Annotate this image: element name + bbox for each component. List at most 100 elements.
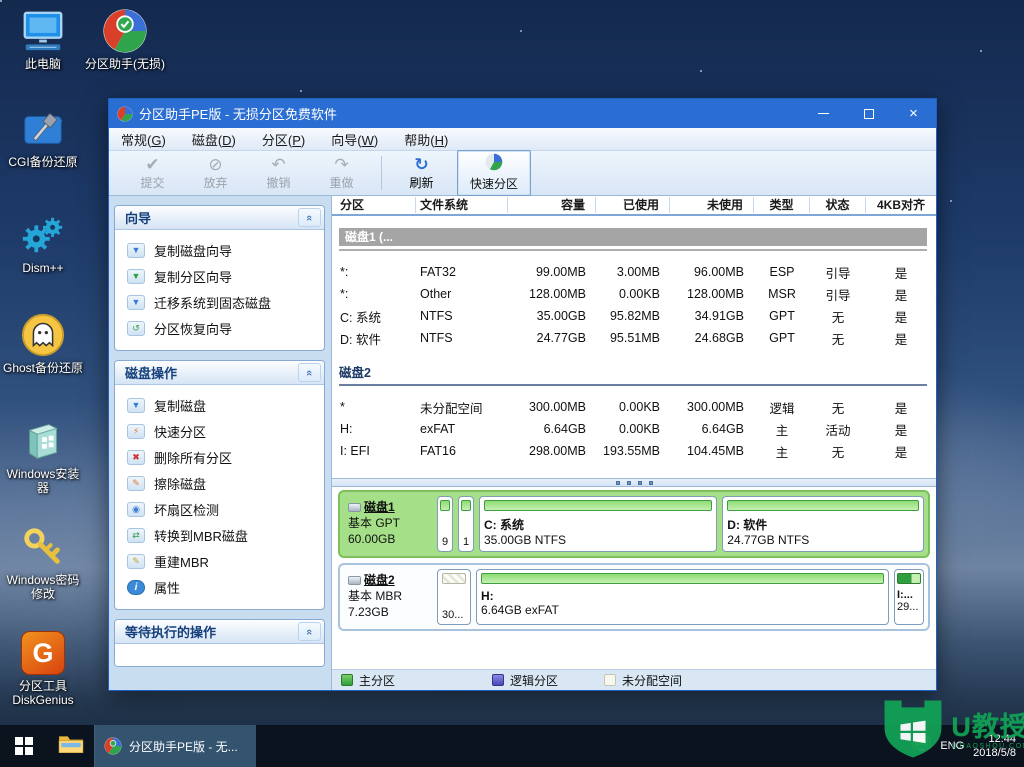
table-row[interactable]: H:exFAT6.64GB0.00KB6.64GB主活动是 xyxy=(332,418,936,440)
table-header: 分区 文件系统 容量 已使用 未使用 类型 状态 4KB对齐 xyxy=(332,196,936,216)
partition-assistant-window: 分区助手PE版 - 无损分区免费软件 × 常规(G) 磁盘(D) 分区(P) 向… xyxy=(108,98,937,691)
refresh-button[interactable]: ↻ 刷新 xyxy=(390,155,453,191)
menu-help[interactable]: 帮助(H) xyxy=(404,130,462,149)
table-row[interactable]: D: 软件NTFS24.77GB95.51MB24.68GBGPT无是 xyxy=(332,327,936,349)
start-button[interactable] xyxy=(0,725,47,767)
sidebar-item-wipe-disk[interactable]: ✎ 擦除磁盘 xyxy=(115,470,324,496)
sidebar-item-partition-recovery-wizard[interactable]: ↺ 分区恢复向导 xyxy=(115,315,324,341)
partition-block-h[interactable]: H: 6.64GB exFAT xyxy=(476,569,889,625)
partition-block-esp[interactable]: 9 xyxy=(437,496,453,552)
partition-block-msr[interactable]: 1 xyxy=(458,496,474,552)
eraser-icon: ✎ xyxy=(127,476,145,491)
pencil-icon: ✎ xyxy=(127,554,145,569)
collapse-chevron-icon[interactable]: « xyxy=(298,363,321,382)
menu-general[interactable]: 常规(G) xyxy=(121,130,180,149)
desktop-icon-ghost-backup[interactable]: Ghost备份还原 xyxy=(2,310,84,376)
menu-wizard[interactable]: 向导(W) xyxy=(331,130,392,149)
close-button[interactable]: × xyxy=(891,99,936,128)
recycle-icon: ↺ xyxy=(127,321,145,336)
info-icon: i xyxy=(127,580,145,595)
sidebar-item-copy-partition-wizard[interactable]: ▼ 复制分区向导 xyxy=(115,263,324,289)
sidebar-item-copy-disk-wizard[interactable]: ▼ 复制磁盘向导 xyxy=(115,237,324,263)
desktop-icon-cgi-backup[interactable]: CGI备份还原 xyxy=(2,104,84,170)
partition-block-i[interactable]: I:... 29... xyxy=(894,569,924,625)
splitter-handle[interactable] xyxy=(332,478,936,487)
disk1-card[interactable]: 磁盘1 基本 GPT 60.00GB 9 1 C: 系统 xyxy=(338,490,930,558)
minimize-button[interactable] xyxy=(801,99,846,128)
panel-title: 等待执行的操作 xyxy=(125,622,216,641)
convert-arrows-icon: ⇄ xyxy=(127,528,145,543)
window-title: 分区助手PE版 - 无损分区免费软件 xyxy=(139,104,801,123)
clock[interactable]: 12:44 2018/5/8 xyxy=(973,732,1016,761)
table-row[interactable]: *:FAT3299.00MB3.00MB96.00MBESP引导是 xyxy=(332,261,936,283)
sidebar-item-properties[interactable]: i 属性 xyxy=(115,574,324,600)
legend-logical: 逻辑分区 xyxy=(492,672,558,689)
arrow-down-icon: ▼ xyxy=(127,398,145,413)
disk1-group-header[interactable]: 磁盘1 (... xyxy=(339,228,927,246)
arrow-down-icon: ▼ xyxy=(127,295,145,310)
main-content: 分区 文件系统 容量 已使用 未使用 类型 状态 4KB对齐 磁盘1 (... … xyxy=(332,196,936,690)
disk-icon xyxy=(348,503,361,512)
lightning-icon: ⚡ xyxy=(127,424,145,439)
language-indicator[interactable]: ENG xyxy=(940,740,964,752)
menu-disk[interactable]: 磁盘(D) xyxy=(192,130,250,149)
maximize-button[interactable] xyxy=(846,99,891,128)
pending-operations-panel: 等待执行的操作 « xyxy=(114,619,325,667)
sidebar-item-convert-to-mbr[interactable]: ⇄ 转换到MBR磁盘 xyxy=(115,522,324,548)
sidebar-item-migrate-os-ssd[interactable]: ▼ 迁移系统到固态磁盘 xyxy=(115,289,324,315)
partition-block-unallocated[interactable]: 30... xyxy=(437,569,471,625)
disk2-group-header[interactable]: 磁盘2 xyxy=(339,362,927,386)
desktop-icon-windows-installer[interactable]: Windows安装器 xyxy=(2,416,84,496)
desktop-icon-dism[interactable]: Dism++ xyxy=(2,210,84,276)
undo-button[interactable]: ↶ 撤销 xyxy=(247,155,310,191)
cgi-backup-icon xyxy=(2,104,84,154)
table-row[interactable]: C: 系统NTFS35.00GB95.82MB34.91GBGPT无是 xyxy=(332,305,936,327)
sidebar-item-bad-sector-test[interactable]: ◉ 坏扇区检测 xyxy=(115,496,324,522)
redo-button[interactable]: ↷ 重做 xyxy=(310,155,373,191)
primary-strip xyxy=(727,500,919,511)
disk2-card[interactable]: 磁盘2 基本 MBR 7.23GB 30... H: 6.64GB exFAT xyxy=(338,563,930,631)
magnifier-icon: ◉ xyxy=(127,502,145,517)
collapse-chevron-icon[interactable]: « xyxy=(298,622,321,641)
discard-button[interactable]: ⊘ 放弃 xyxy=(184,155,247,191)
sidebar-item-rebuild-mbr[interactable]: ✎ 重建MBR xyxy=(115,548,324,574)
dism-gears-icon xyxy=(2,210,84,260)
sidebar-item-copy-disk[interactable]: ▼ 复制磁盘 xyxy=(115,392,324,418)
app-pie-icon xyxy=(117,106,133,122)
collapse-chevron-icon[interactable]: « xyxy=(298,208,321,227)
disk1-label: 磁盘1 基本 GPT 60.00GB xyxy=(344,496,432,552)
table-row[interactable]: *:Other128.00MB0.00KB128.00MBMSR引导是 xyxy=(332,283,936,305)
partition-table: 分区 文件系统 容量 已使用 未使用 类型 状态 4KB对齐 磁盘1 (... … xyxy=(332,196,936,478)
commit-button[interactable]: ✔ 提交 xyxy=(121,155,184,191)
undo-icon: ↶ xyxy=(271,155,285,174)
legend: 主分区 逻辑分区 未分配空间 xyxy=(332,669,936,690)
quick-partition-button[interactable]: 快速分区 xyxy=(457,150,531,196)
title-bar[interactable]: 分区助手PE版 - 无损分区免费软件 × xyxy=(109,99,936,128)
system-tray: ENG 12:44 2018/5/8 xyxy=(912,725,1024,767)
key-icon xyxy=(2,522,84,572)
disk2-label: 磁盘2 基本 MBR 7.23GB xyxy=(344,569,432,625)
partition-block-d[interactable]: D: 软件 24.77GB NTFS xyxy=(722,496,924,552)
partition-block-c[interactable]: C: 系统 35.00GB NTFS xyxy=(479,496,717,552)
disk-operations-panel: 磁盘操作 « ▼ 复制磁盘 ⚡ 快速分区 ✖ 删除所有分区 xyxy=(114,360,325,610)
pending-operations-list xyxy=(115,644,324,666)
sidebar-item-delete-all-partitions[interactable]: ✖ 删除所有分区 xyxy=(115,444,324,470)
desktop: { "desktop": { "icons": [ { "label": "此电… xyxy=(0,0,1024,767)
display-icon[interactable] xyxy=(912,736,931,757)
folder-icon xyxy=(58,733,84,760)
unallocated-strip xyxy=(442,573,466,584)
file-explorer-button[interactable] xyxy=(47,725,94,767)
arrow-down-icon: ▼ xyxy=(127,243,145,258)
table-row[interactable]: I: EFIFAT16298.00MB193.55MB104.45MB主无是 xyxy=(332,440,936,462)
maximize-icon xyxy=(864,109,874,119)
menu-partition[interactable]: 分区(P) xyxy=(262,130,319,149)
wizards-panel: 向导 « ▼ 复制磁盘向导 ▼ 复制分区向导 ▼ 迁移系统到固态磁盘 xyxy=(114,205,325,351)
table-row[interactable]: *未分配空间300.00MB0.00KB300.00MB逻辑无是 xyxy=(332,396,936,418)
sidebar-item-quick-partition[interactable]: ⚡ 快速分区 xyxy=(115,418,324,444)
desktop-icon-this-pc[interactable]: 此电脑 xyxy=(2,6,84,72)
desktop-icon-partition-assistant[interactable]: 分区助手(无损) xyxy=(84,6,166,72)
quick-partition-pie-icon xyxy=(485,153,503,174)
desktop-icon-windows-password[interactable]: Windows密码修改 xyxy=(2,522,84,602)
taskbar-app-partition-assistant[interactable]: 分区助手PE版 - 无... xyxy=(94,725,256,767)
desktop-icon-diskgenius[interactable]: G 分区工具 DiskGenius xyxy=(2,628,84,708)
